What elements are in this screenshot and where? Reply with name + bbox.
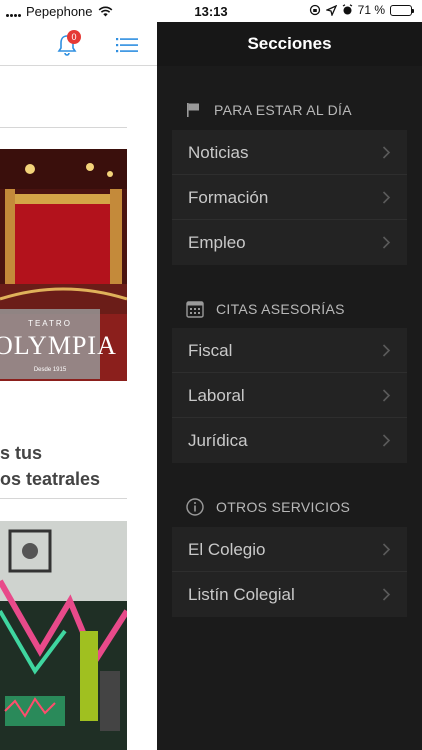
- drawer-title: Secciones: [247, 34, 332, 53]
- menu-item-el-colegio[interactable]: El Colegio: [172, 527, 407, 572]
- calendar-icon: [186, 301, 204, 318]
- notification-badge: 0: [67, 30, 81, 44]
- navigation-drawer: Secciones PARA ESTAR AL DÍA Noticias For…: [157, 0, 422, 750]
- menu-item-label: Formación: [188, 188, 269, 207]
- chevron-right-icon: [382, 191, 391, 204]
- battery-percent: 71 %: [357, 3, 385, 17]
- status-right: 71 %: [309, 3, 414, 17]
- status-bar: Pepephone 13:13 71 %: [0, 0, 422, 22]
- section-header-para-estar-al-dia: PARA ESTAR AL DÍA: [186, 102, 352, 118]
- content-divider: [0, 127, 127, 128]
- menu-item-label: Jurídica: [188, 431, 248, 450]
- art-illustration: [0, 521, 127, 750]
- chevron-right-icon: [382, 434, 391, 447]
- section-header-otros-servicios: OTROS SERVICIOS: [186, 498, 350, 516]
- content-divider: [0, 498, 127, 499]
- section-group-otros-servicios: El Colegio Listín Colegial: [172, 527, 407, 617]
- chevron-right-icon: [382, 389, 391, 402]
- background-content: 0 TEATRO OLYMPIA Desde 1915 s tus os tea…: [0, 22, 157, 750]
- chevron-right-icon: [382, 543, 391, 556]
- info-icon: [186, 498, 204, 516]
- art-image[interactable]: [0, 521, 127, 750]
- menu-item-listin-colegial[interactable]: Listín Colegial: [172, 572, 407, 617]
- chevron-right-icon: [382, 344, 391, 357]
- section-header-citas-asesorias: CITAS ASESORÍAS: [186, 300, 345, 318]
- chevron-right-icon: [382, 588, 391, 601]
- section-group-para-estar-al-dia: Noticias Formación Empleo: [172, 130, 407, 265]
- content-topbar: 0: [0, 22, 157, 66]
- sign-est-text: Desde 1915: [33, 367, 67, 373]
- menu-item-juridica[interactable]: Jurídica: [172, 418, 407, 463]
- section-group-citas-asesorias: Fiscal Laboral Jurídica: [172, 328, 407, 463]
- menu-item-fiscal[interactable]: Fiscal: [172, 328, 407, 373]
- menu-item-label: Laboral: [188, 386, 245, 405]
- article-headline[interactable]: s tus os teatrales: [0, 440, 157, 492]
- flag-icon: [187, 103, 199, 117]
- menu-list-icon[interactable]: [116, 37, 138, 53]
- drawer-header: Secciones: [157, 22, 422, 66]
- chevron-right-icon: [382, 146, 391, 159]
- sign-big-text: OLYMPIA: [0, 331, 117, 360]
- menu-item-label: Noticias: [188, 143, 249, 162]
- battery-icon: [390, 4, 414, 16]
- menu-item-label: Empleo: [188, 233, 246, 252]
- menu-item-label: El Colegio: [188, 540, 266, 559]
- location-icon: [325, 4, 337, 16]
- menu-item-label: Fiscal: [188, 341, 233, 360]
- theatre-sign: TEATRO OLYMPIA Desde 1915: [0, 309, 116, 379]
- menu-item-formacion[interactable]: Formación: [172, 175, 407, 220]
- section-label: PARA ESTAR AL DÍA: [214, 102, 352, 118]
- theatre-image[interactable]: TEATRO OLYMPIA Desde 1915: [0, 149, 127, 381]
- chevron-right-icon: [382, 236, 391, 249]
- menu-item-empleo[interactable]: Empleo: [172, 220, 407, 265]
- section-label: CITAS ASESORÍAS: [216, 301, 345, 317]
- menu-item-laboral[interactable]: Laboral: [172, 373, 407, 418]
- headline-line-1: s tus: [0, 443, 43, 463]
- rotation-lock-icon: [309, 4, 320, 16]
- menu-item-label: Listín Colegial: [188, 585, 295, 604]
- menu-item-noticias[interactable]: Noticias: [172, 130, 407, 175]
- headline-line-2: os teatrales: [0, 469, 101, 489]
- sign-small-text: TEATRO: [28, 319, 72, 328]
- section-label: OTROS SERVICIOS: [216, 499, 351, 515]
- alarm-icon: [342, 4, 352, 15]
